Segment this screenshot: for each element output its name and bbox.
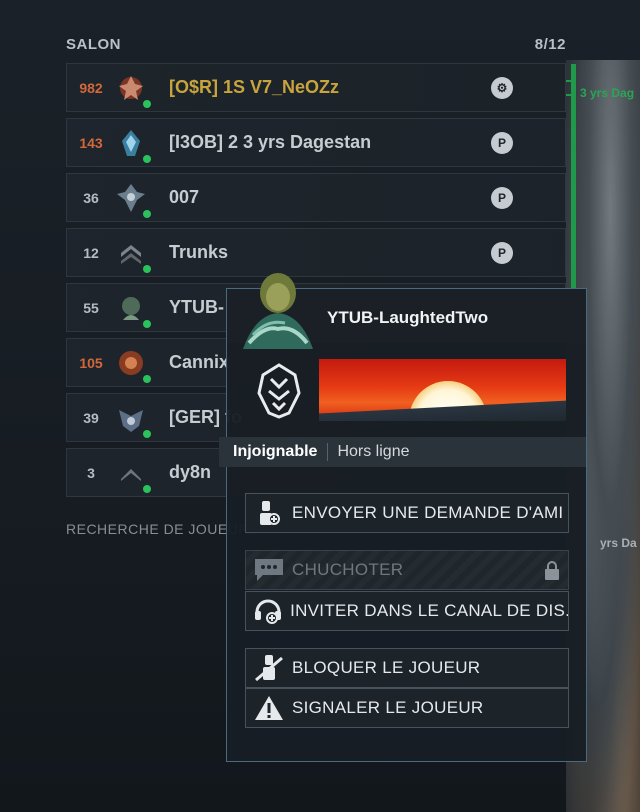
lobby-title: SALON (66, 36, 121, 53)
background-player-tag: 3 yrs Dag (580, 86, 635, 100)
player-name: [I3OB] 2 3 yrs Dagestan (169, 132, 372, 152)
lobby-player-count: 8/12 (534, 36, 566, 53)
player-rank: 55 (83, 299, 99, 316)
team-indicator-bar (571, 64, 576, 294)
whisper-button: CHUCHOTER (245, 550, 569, 590)
player-status-bar: Injoignable Hors ligne (219, 437, 586, 467)
player-rank: 36 (83, 189, 99, 206)
invite-to-channel-label: INVITER DANS LE CANAL DE DIS... (290, 601, 568, 620)
player-name: [O$R] 1S V7_NeOZz (169, 77, 340, 97)
add-friend-icon (246, 500, 292, 526)
online-status-icon (143, 319, 151, 328)
player-emblem-icon (115, 182, 151, 218)
report-player-button[interactable]: SIGNALER LE JOUEUR (245, 688, 569, 728)
player-rank: 3 (87, 464, 95, 481)
whisper-label: CHUCHOTER (292, 560, 404, 579)
player-row[interactable]: 143 [I3OB] 2 3 yrs Dagestan P (66, 118, 566, 167)
player-emblem-icon (115, 127, 151, 163)
lobby-header: SALON 8/12 (66, 36, 566, 53)
lock-icon (544, 561, 560, 586)
player-row[interactable]: 982 [O$R] 1S V7_NeOZz ⚙ (66, 63, 566, 112)
player-emblem-icon (255, 363, 303, 419)
warning-icon (246, 695, 292, 721)
join-status: Injoignable (219, 443, 329, 461)
playstation-icon: P (491, 242, 513, 264)
player-name: YTUB- (169, 297, 224, 317)
background-player-tag-2: yrs Da (600, 536, 637, 550)
player-emblem-icon (115, 72, 151, 108)
player-rank: 39 (83, 409, 99, 426)
online-status-icon (143, 209, 151, 218)
online-status-icon (143, 374, 151, 383)
player-name: dy8n (169, 462, 212, 482)
online-status-icon (143, 264, 151, 273)
player-emblem-icon (115, 347, 151, 383)
popup-player-name: YTUB-LaughtedTwo (327, 308, 489, 327)
player-context-popup: YTUB-LaughtedTwo Injoignable Hors ligne … (219, 273, 587, 762)
player-emblem-icon (115, 457, 151, 493)
player-calling-card (319, 359, 566, 421)
online-status-icon (143, 429, 151, 438)
online-status-icon (143, 484, 151, 493)
player-name: 007 (169, 187, 200, 207)
player-emblem-icon (115, 402, 151, 438)
block-user-icon (246, 654, 292, 682)
player-name: Trunks (169, 242, 229, 262)
player-rank: 982 (79, 79, 103, 96)
invite-to-channel-button[interactable]: INVITER DANS LE CANAL DE DIS... (245, 591, 569, 631)
playstation-icon: P (491, 132, 513, 154)
online-status-icon (143, 154, 151, 163)
send-friend-request-button[interactable]: ENVOYER UNE DEMANDE D'AMI (245, 493, 569, 533)
chat-bubble-icon (246, 557, 292, 583)
player-row[interactable]: 36 007 P (66, 173, 566, 222)
player-rank: 105 (79, 354, 103, 371)
headset-invite-icon (246, 598, 290, 624)
player-rank: 12 (83, 244, 99, 261)
steam-icon: ⚙ (491, 77, 513, 99)
online-status-icon (143, 99, 151, 108)
playstation-icon: P (491, 187, 513, 209)
report-player-label: SIGNALER LE JOUEUR (292, 698, 484, 717)
player-avatar (235, 263, 321, 349)
send-friend-request-label: ENVOYER UNE DEMANDE D'AMI (292, 503, 564, 522)
block-player-label: BLOQUER LE JOUEUR (292, 658, 481, 677)
player-emblem-icon (115, 292, 151, 328)
online-status: Hors ligne (337, 443, 410, 460)
block-player-button[interactable]: BLOQUER LE JOUEUR (245, 648, 569, 688)
player-name: Cannix (169, 352, 230, 372)
player-rank: 143 (79, 134, 103, 151)
player-emblem-icon (115, 237, 151, 273)
